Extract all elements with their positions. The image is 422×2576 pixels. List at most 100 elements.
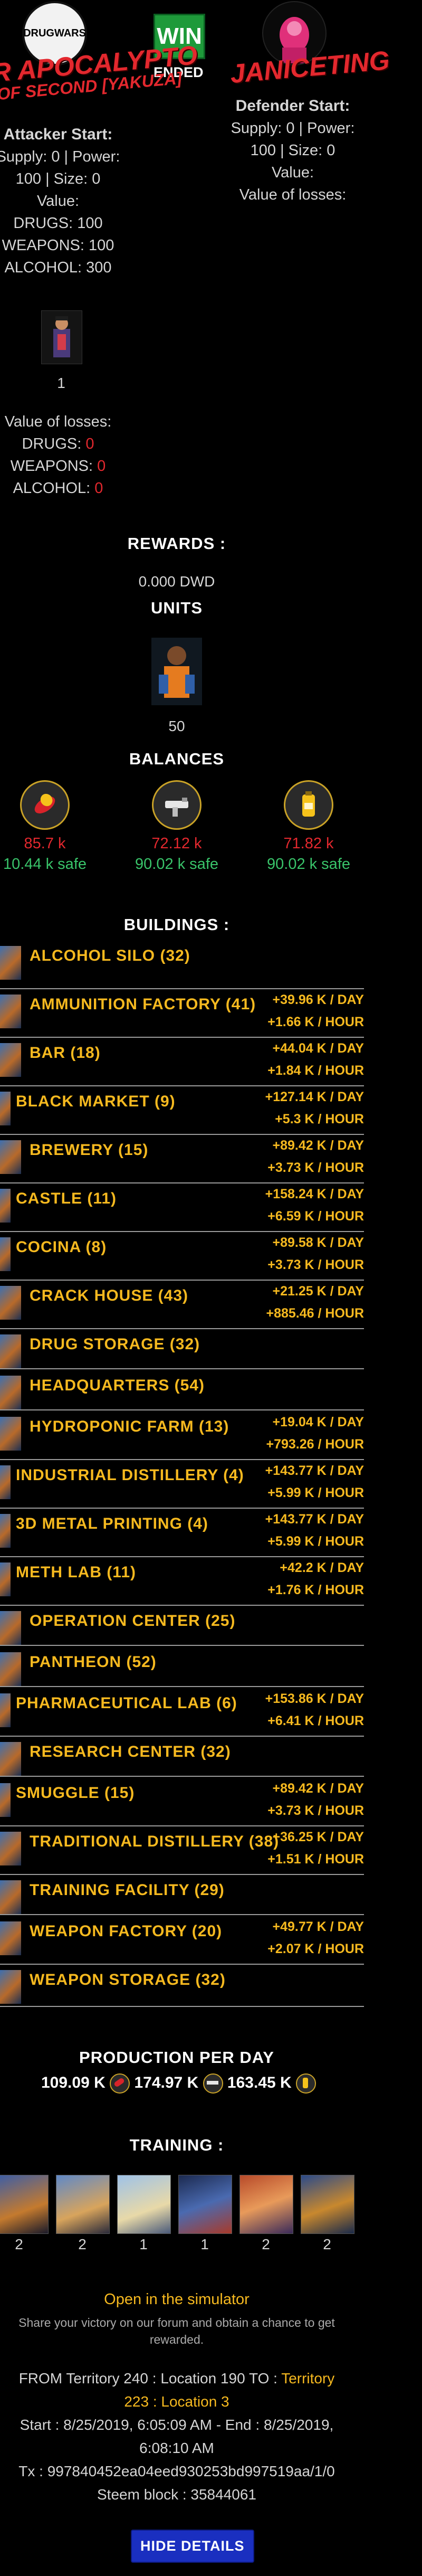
building-row[interactable]: CASTLE (11) +158.24 K / DAY +6.59 K / HO… bbox=[0, 1182, 364, 1232]
building-row[interactable]: 3D METAL PRINTING (4) +143.77 K / DAY +5… bbox=[0, 1508, 364, 1557]
training-research-icon[interactable] bbox=[178, 2175, 232, 2234]
attacker-value-label: Value: bbox=[36, 193, 80, 210]
reward-unit-count: 50 bbox=[168, 718, 185, 734]
training-facility-icon bbox=[0, 1880, 21, 1914]
defender-name[interactable]: JANICETING bbox=[229, 45, 391, 89]
building-row[interactable]: OPERATION CENTER (25) bbox=[0, 1605, 364, 1646]
building-name: SMUGGLE (15) bbox=[16, 1784, 135, 1802]
reward-unit-thumb[interactable] bbox=[151, 638, 202, 705]
production-per-day: +143.77 K / DAY bbox=[265, 1512, 364, 1527]
building-row[interactable]: RESEARCH CENTER (32) bbox=[0, 1736, 364, 1777]
production-per-hour: +6.41 K / HOUR bbox=[267, 1713, 364, 1728]
building-row[interactable]: WEAPON FACTORY (20) +49.77 K / DAY +2.07… bbox=[0, 1915, 364, 1965]
weapon-factory-icon bbox=[0, 1921, 21, 1955]
attacker-stats: Attacker Start: Supply: 0 | Power: 100 |… bbox=[0, 124, 127, 279]
pharmaceutical-lab-icon bbox=[0, 1693, 11, 1727]
simulator-link[interactable]: Open in the simulator bbox=[0, 2291, 353, 2308]
training-research-icon[interactable] bbox=[117, 2175, 171, 2234]
building-name: BAR (18) bbox=[30, 1044, 101, 1062]
balance-alcohol: 71.82 k 90.02 k safe bbox=[264, 780, 353, 873]
balance-weapons: 72.12 k 90.02 k safe bbox=[132, 780, 222, 873]
production-per-day: +21.25 K / DAY bbox=[272, 1284, 365, 1299]
production-per-day: +89.42 K / DAY bbox=[272, 1781, 365, 1796]
training-count: 1 bbox=[139, 2236, 148, 2252]
gangster-unit-icon bbox=[53, 316, 70, 357]
alcohol-silo-icon bbox=[0, 946, 21, 980]
building-row[interactable]: SMUGGLE (15) +89.42 K / DAY +3.73 K / HO… bbox=[0, 1777, 364, 1826]
building-name: TRADITIONAL DISTILLERY (38) bbox=[30, 1833, 280, 1850]
production-per-hour: +1.76 K / HOUR bbox=[267, 1583, 364, 1597]
building-row[interactable]: TRADITIONAL DISTILLERY (38) +36.25 K / D… bbox=[0, 1825, 364, 1875]
production-per-day: +89.42 K / DAY bbox=[272, 1138, 365, 1153]
building-row[interactable]: HEADQUARTERS (54) bbox=[0, 1369, 364, 1410]
hide-details-button[interactable]: HIDE DETAILS bbox=[131, 2530, 254, 2563]
building-name: DRUG STORAGE (32) bbox=[30, 1336, 200, 1353]
building-row[interactable]: METH LAB (11) +42.2 K / DAY +1.76 K / HO… bbox=[0, 1556, 364, 1606]
losses-drugs-value: 0 bbox=[85, 435, 94, 452]
route-to-location[interactable]: 223 : Location 3 bbox=[0, 2390, 359, 2413]
transaction-id: Tx : 997840452ea04eed930253bd997519aa/1/… bbox=[18, 2463, 335, 2479]
operation-center-icon bbox=[0, 1611, 21, 1645]
balance-drugs-amount: 85.7 k bbox=[24, 835, 66, 852]
building-row[interactable]: HYDROPONIC FARM (13) +19.04 K / DAY +793… bbox=[0, 1410, 364, 1460]
battle-details: FROM Territory 240 : Location 190 TO : T… bbox=[0, 2367, 359, 2506]
production-per-day: +36.25 K / DAY bbox=[272, 1830, 365, 1844]
building-name: HEADQUARTERS (54) bbox=[30, 1377, 205, 1394]
training-research-icon[interactable] bbox=[301, 2175, 354, 2234]
black-market-icon bbox=[0, 1092, 11, 1125]
steem-block: Steem block : 35844061 bbox=[97, 2486, 256, 2503]
production-per-day: +19.04 K / DAY bbox=[272, 1415, 365, 1429]
soldier-unit-icon bbox=[151, 638, 202, 705]
production-weapons: 174.97 K bbox=[134, 2073, 199, 2091]
building-row[interactable]: AMMUNITION FACTORY (41) +39.96 K / DAY +… bbox=[0, 988, 364, 1038]
building-row[interactable]: PHARMACEUTICAL LAB (6) +153.86 K / DAY +… bbox=[0, 1687, 364, 1737]
building-name: RESEARCH CENTER (32) bbox=[30, 1743, 231, 1760]
building-row[interactable]: BLACK MARKET (9) +127.14 K / DAY +5.3 K … bbox=[0, 1085, 364, 1135]
production-drugs: 109.09 K bbox=[41, 2073, 106, 2091]
attacker-weapons: WEAPONS: 100 bbox=[2, 237, 114, 254]
building-row[interactable]: TRAINING FACILITY (29) bbox=[0, 1874, 364, 1915]
buildings-title: BUILDINGS : bbox=[123, 915, 230, 934]
training-title: TRAINING : bbox=[129, 2136, 224, 2154]
building-row[interactable]: WEAPON STORAGE (32) bbox=[0, 1964, 364, 2007]
building-row[interactable]: COCINA (8) +89.58 K / DAY +3.73 K / HOUR bbox=[0, 1231, 364, 1281]
production-per-day: +89.58 K / DAY bbox=[272, 1235, 365, 1250]
production-per-day: +153.86 K / DAY bbox=[265, 1691, 364, 1706]
defender-start-title: Defender Start: bbox=[235, 97, 350, 115]
building-name: COCINA (8) bbox=[16, 1238, 107, 1256]
production-per-hour: +5.3 K / HOUR bbox=[275, 1112, 364, 1126]
training-research-icon[interactable] bbox=[56, 2175, 110, 2234]
balance-weapons-amount: 72.12 k bbox=[151, 835, 202, 852]
production-per-hour: +1.84 K / HOUR bbox=[267, 1063, 364, 1078]
building-name: TRAINING FACILITY (29) bbox=[30, 1881, 225, 1899]
building-row[interactable]: BREWERY (15) +89.42 K / DAY +3.73 K / HO… bbox=[0, 1134, 364, 1183]
attacker-losses-weapons: WEAPONS: 0 bbox=[0, 455, 127, 477]
weapon-storage-icon bbox=[0, 1970, 21, 2004]
defender-power: 100 | Size: 0 bbox=[250, 142, 335, 159]
building-row[interactable]: BAR (18) +44.04 K / DAY +1.84 K / HOUR bbox=[0, 1037, 364, 1086]
building-row[interactable]: CRACK HOUSE (43) +21.25 K / DAY +885.46 … bbox=[0, 1280, 364, 1329]
training-research-icon[interactable] bbox=[0, 2175, 49, 2234]
building-row[interactable]: INDUSTRIAL DISTILLERY (4) +143.77 K / DA… bbox=[0, 1459, 364, 1509]
attacker-unit-thumb[interactable] bbox=[41, 310, 82, 364]
headquarters-icon bbox=[0, 1376, 21, 1409]
production-per-day: +158.24 K / DAY bbox=[265, 1187, 364, 1201]
bar-icon bbox=[0, 1043, 21, 1077]
building-name: OPERATION CENTER (25) bbox=[30, 1612, 236, 1630]
route-to-link[interactable]: Territory bbox=[281, 2370, 334, 2386]
losses-weapons-value: 0 bbox=[97, 458, 106, 475]
building-row[interactable]: ALCOHOL SILO (32) bbox=[0, 940, 364, 989]
building-name: BLACK MARKET (9) bbox=[16, 1093, 176, 1110]
building-name: PANTHEON (52) bbox=[30, 1653, 157, 1671]
building-row[interactable]: DRUG STORAGE (32) bbox=[0, 1328, 364, 1369]
building-name: WEAPON STORAGE (32) bbox=[30, 1971, 226, 1988]
alcohol-icon bbox=[296, 2073, 316, 2094]
building-name: INDUSTRIAL DISTILLERY (4) bbox=[16, 1466, 244, 1484]
building-row[interactable]: PANTHEON (52) bbox=[0, 1646, 364, 1687]
production-per-hour: +1.66 K / HOUR bbox=[267, 1015, 364, 1029]
training-research-icon[interactable] bbox=[239, 2175, 293, 2234]
training-count: 2 bbox=[262, 2236, 270, 2252]
route-from: FROM Territory 240 : Location 190 TO : bbox=[18, 2370, 277, 2386]
alcohol-icon bbox=[284, 780, 333, 830]
production-per-day: +39.96 K / DAY bbox=[272, 992, 365, 1007]
